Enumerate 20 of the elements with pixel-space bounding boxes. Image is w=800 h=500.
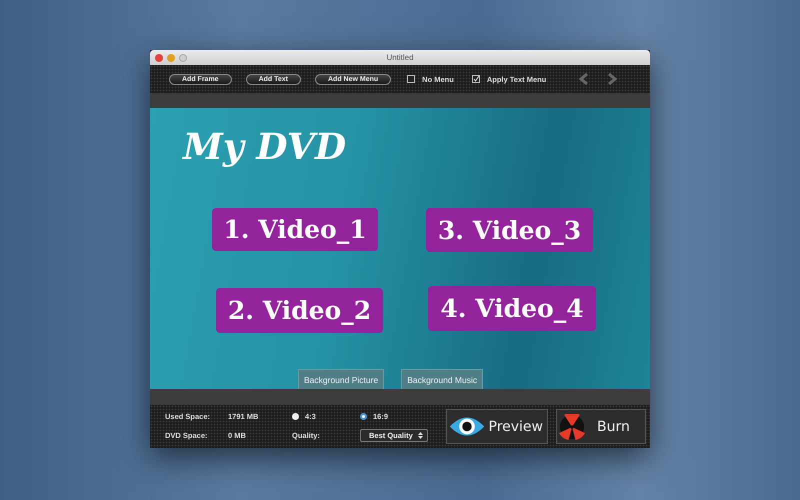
checkbox[interactable] — [407, 75, 416, 83]
updown-arrows-icon — [418, 432, 423, 438]
burn-button[interactable]: Burn — [556, 409, 646, 444]
menu-item[interactable]: 2. Video_2 — [216, 288, 383, 333]
radio-button[interactable] — [360, 412, 367, 420]
close-button[interactable] — [155, 54, 163, 62]
checkbox[interactable] — [472, 75, 480, 83]
window-title: Untitled — [386, 53, 414, 62]
menu-item[interactable]: 3. Video_3 — [426, 208, 593, 252]
eye-icon — [448, 417, 484, 436]
menu-title: My DVD — [183, 126, 346, 168]
tab[interactable]: Background Music — [401, 369, 484, 389]
minimize-button[interactable] — [167, 54, 175, 62]
radio-button[interactable] — [292, 412, 299, 420]
tab[interactable]: Background Picture — [298, 369, 384, 389]
zoom-button[interactable] — [179, 54, 187, 62]
preview-button[interactable]: Preview — [446, 409, 548, 444]
menu-item[interactable]: 1. Video_1 — [212, 208, 378, 251]
menu-item[interactable]: 4. Video_4 — [428, 286, 596, 331]
radiation-icon — [559, 414, 585, 440]
